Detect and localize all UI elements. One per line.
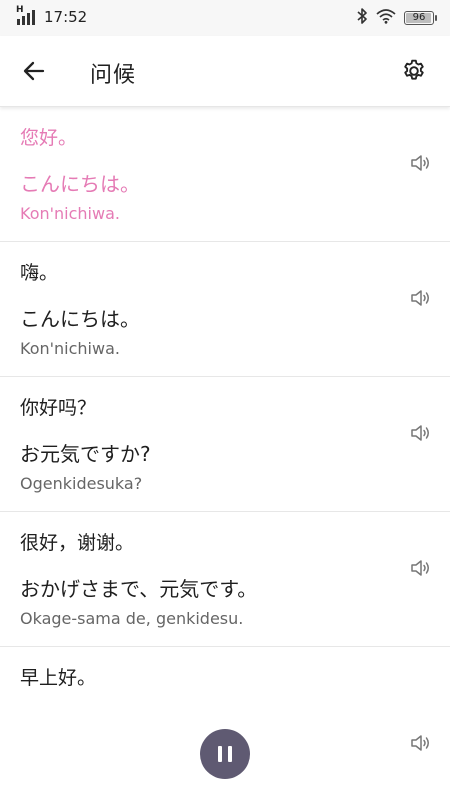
gear-icon <box>404 59 424 80</box>
phrase-romaji: Ogenkidesuka? <box>20 474 143 493</box>
wifi-icon <box>376 8 396 28</box>
phrase-romaji: Okage-sama de, genkidesu. <box>20 609 244 628</box>
status-right: 96 <box>356 8 437 28</box>
back-button[interactable] <box>18 55 50 87</box>
battery-icon: 96 <box>404 11 437 25</box>
status-left: H 17:52 <box>16 5 88 26</box>
arrow-left-icon <box>23 61 45 81</box>
pause-icon <box>215 746 235 762</box>
speaker-icon[interactable] <box>410 557 432 579</box>
phrase-chinese: 早上好。 <box>20 667 97 689</box>
phrase-item[interactable]: 很好，谢谢。 おかげさまで、元気です。 Okage-sama de, genki… <box>0 512 450 647</box>
phrase-chinese: 嗨。 <box>20 262 59 284</box>
settings-button[interactable] <box>398 55 430 87</box>
phrase-japanese: こんにちは。 <box>20 172 140 196</box>
signal-icon: H <box>16 5 38 26</box>
phrase-chinese: 你好吗？ <box>20 397 97 419</box>
phrase-item[interactable]: 嗨。 こんにちは。 Kon'nichiwa. <box>0 242 450 377</box>
battery-percent: 96 <box>412 12 426 23</box>
speaker-icon[interactable] <box>410 152 432 174</box>
phrase-romaji: Kon'nichiwa. <box>20 204 120 223</box>
status-time: 17:52 <box>44 8 88 26</box>
app-bar: 问候 <box>0 36 450 107</box>
phrase-chinese: 您好。 <box>20 127 78 149</box>
page-title: 问候 <box>90 63 137 88</box>
phrase-japanese: おかげさまで、元気です。 <box>20 577 258 601</box>
speaker-icon[interactable] <box>410 732 432 754</box>
phrase-list: 您好。 こんにちは。 Kon'nichiwa. 嗨。 こんにちは。 Kon'ni… <box>0 107 450 800</box>
status-bar: H 17:52 96 <box>0 0 450 36</box>
bluetooth-icon <box>356 8 368 28</box>
phrase-item[interactable]: 您好。 こんにちは。 Kon'nichiwa. <box>0 107 450 242</box>
phrase-japanese: お元気ですか? <box>20 442 151 466</box>
screen: H 17:52 96 问候 您好。 こんにちは。 Kon'nichiwa. 嗨。… <box>0 0 450 800</box>
phrase-romaji: Kon'nichiwa. <box>20 339 120 358</box>
phrase-chinese: 很好，谢谢。 <box>20 532 135 554</box>
phrase-item[interactable]: 你好吗？ お元気ですか? Ogenkidesuka? <box>0 377 450 512</box>
phrase-japanese: こんにちは。 <box>20 307 140 331</box>
speaker-icon[interactable] <box>410 287 432 309</box>
pause-button[interactable] <box>200 729 250 779</box>
speaker-icon[interactable] <box>410 422 432 444</box>
